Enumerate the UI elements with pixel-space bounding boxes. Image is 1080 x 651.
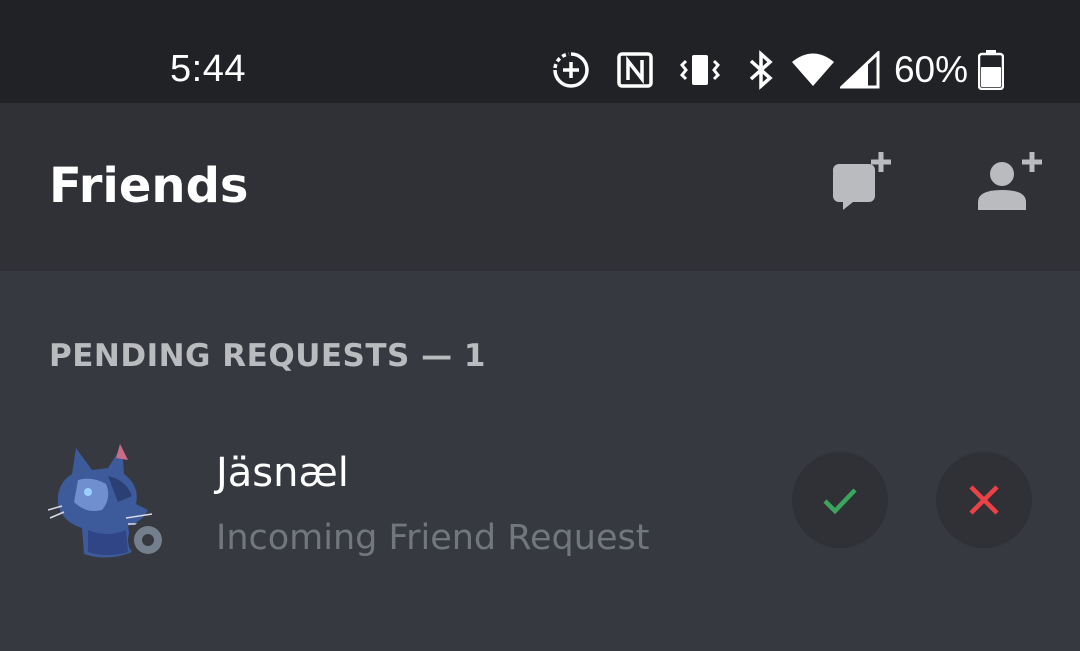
page-title: Friends bbox=[49, 158, 249, 214]
friend-request-row[interactable]: Jäsnæl Incoming Friend Request bbox=[0, 420, 1080, 570]
bluetooth-icon bbox=[746, 50, 776, 90]
status-icons: 60% bbox=[552, 49, 1004, 90]
new-group-dm-button[interactable] bbox=[823, 145, 895, 217]
status-time: 5:44 bbox=[170, 48, 246, 90]
pending-requests-header: PENDING REQUESTS — 1 bbox=[49, 338, 486, 374]
add-friend-icon bbox=[972, 148, 1044, 214]
data-saver-icon bbox=[552, 51, 590, 89]
battery-icon bbox=[978, 50, 1004, 90]
wifi-icon bbox=[790, 51, 836, 89]
status-indicator-offline bbox=[128, 520, 168, 560]
battery-percent: 60% bbox=[893, 49, 968, 90]
cell-signal-icon bbox=[839, 51, 880, 89]
accept-request-button[interactable] bbox=[792, 452, 888, 548]
status-bar: 5:44 60% bbox=[0, 0, 1080, 103]
new-message-icon bbox=[825, 148, 893, 214]
request-subtitle: Incoming Friend Request bbox=[216, 518, 650, 558]
decline-request-button[interactable] bbox=[936, 452, 1032, 548]
request-username: Jäsnæl bbox=[216, 450, 349, 496]
close-icon bbox=[966, 482, 1002, 518]
checkmark-icon bbox=[820, 480, 860, 520]
add-friend-button[interactable] bbox=[972, 145, 1044, 217]
nfc-icon bbox=[616, 51, 654, 89]
vibrate-icon bbox=[678, 51, 722, 89]
